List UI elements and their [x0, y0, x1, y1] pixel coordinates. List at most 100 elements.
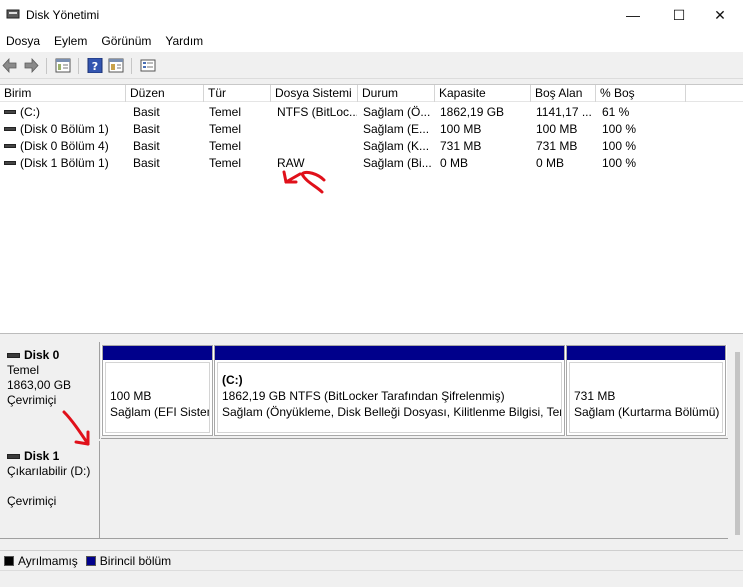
partition-body: 100 MB Sağlam (EFI Sistem Bölümü) [105, 362, 210, 433]
partition-size: 100 MB [110, 389, 152, 403]
disk-bottom-border [0, 538, 728, 539]
disk-status: Çevrimiçi [7, 494, 57, 508]
cell-percent-free: 61 % [602, 105, 630, 119]
disk-0-label[interactable]: Disk 0 Temel 1863,00 GB Çevrimiçi [0, 342, 100, 439]
column-header-type[interactable]: Tür [204, 85, 271, 102]
cell-type: Temel [209, 105, 242, 119]
cell-file-system: RAW [277, 156, 305, 170]
legend-swatch-unallocated [4, 555, 14, 566]
forward-icon[interactable] [23, 58, 39, 73]
toolbar-separator [46, 58, 47, 74]
volume-icon [4, 110, 16, 114]
properties-icon[interactable] [108, 58, 124, 73]
column-header-layout[interactable]: Düzen [126, 85, 204, 102]
partition-status: Sağlam (Kurtarma Bölümü) [574, 405, 720, 419]
partition-bar [215, 346, 564, 360]
column-header-percent-free[interactable]: % Boş [596, 85, 686, 102]
partition-title: (C:) [222, 373, 243, 387]
partition-status: Sağlam (Önyükleme, Disk Belleği Dosyası,… [222, 405, 561, 419]
partition-efi[interactable]: 100 MB Sağlam (EFI Sistem Bölümü) [102, 345, 213, 436]
disk-graphical-view: Disk 0 Temel 1863,00 GB Çevrimiçi 100 MB… [0, 333, 743, 550]
help-icon[interactable]: ? [87, 58, 103, 73]
cell-layout: Basit [133, 122, 160, 136]
cell-capacity: 731 MB [440, 139, 482, 153]
disk-status: Çevrimiçi [7, 393, 57, 407]
cell-layout: Basit [133, 156, 160, 170]
close-button[interactable]: ✕ [697, 0, 743, 30]
maximize-button[interactable]: ☐ [656, 0, 702, 30]
toolbar-separator [131, 58, 132, 74]
console-tree-icon[interactable] [55, 58, 71, 73]
legend: Ayrılmamış Birincil bölüm [0, 550, 743, 570]
partition-size: 1862,19 GB NTFS (BitLocker Tarafından Şi… [222, 389, 505, 403]
cell-volume: (Disk 0 Bölüm 4) [20, 139, 109, 153]
volume-list: Birim Düzen Tür Dosya Sistemi Durum Kapa… [0, 84, 743, 333]
disk-1-partitions-empty[interactable] [101, 439, 728, 538]
cell-capacity: 1862,19 GB [440, 105, 505, 119]
cell-type: Temel [209, 139, 242, 153]
settings-icon[interactable] [140, 58, 156, 73]
toolbar: ? [0, 53, 743, 79]
disk-type: Çıkarılabilir (D:) [7, 464, 91, 478]
disk-size: 1863,00 GB [7, 378, 72, 392]
minimize-button[interactable]: — [610, 0, 656, 30]
cell-free-space: 0 MB [536, 156, 565, 170]
table-row[interactable]: (C:) Basit Temel NTFS (BitLoc... Sağlam … [0, 104, 743, 121]
partition-c[interactable]: (C:) 1862,19 GB NTFS (BitLocker Tarafınd… [214, 345, 565, 436]
partition-recovery[interactable]: 731 MB Sağlam (Kurtarma Bölümü) [566, 345, 726, 436]
legend-label-primary: Birincil bölüm [99, 553, 172, 568]
partition-body: (C:) 1862,19 GB NTFS (BitLocker Tarafınd… [217, 362, 562, 433]
cell-status: Sağlam (K... [363, 139, 430, 153]
column-header-status[interactable]: Durum [358, 85, 435, 102]
cell-file-system [277, 138, 357, 155]
column-header-file-system[interactable]: Dosya Sistemi [271, 85, 358, 102]
cell-file-system [277, 121, 357, 138]
menu-help[interactable]: Yardım [159, 34, 211, 48]
partition-body: 731 MB Sağlam (Kurtarma Bölümü) [569, 362, 723, 433]
cell-free-space: 100 MB [536, 122, 578, 136]
legend-label-unallocated: Ayrılmamış [18, 553, 78, 568]
menu-action[interactable]: Eylem [48, 34, 95, 48]
cell-type: Temel [209, 122, 242, 136]
disk-type: Temel [7, 363, 40, 377]
disk-icon [7, 454, 20, 460]
column-header-volume[interactable]: Birim [0, 85, 126, 102]
disk-name: Disk 0 [24, 348, 60, 362]
partition-bar [567, 346, 725, 360]
cell-percent-free: 100 % [602, 156, 637, 170]
cell-volume: (Disk 1 Bölüm 1) [20, 156, 109, 170]
partition-status: Sağlam (EFI Sistem Bölümü) [110, 405, 209, 419]
legend-swatch-primary [85, 555, 96, 566]
cell-layout: Basit [133, 105, 160, 119]
cell-volume: (Disk 0 Bölüm 1) [20, 122, 109, 136]
cell-free-space: 731 MB [536, 139, 578, 153]
disk-0-partitions: 100 MB Sağlam (EFI Sistem Bölümü) (C:) 1… [101, 345, 727, 436]
menu-bar: Dosya Eylem Görünüm Yardım [0, 30, 743, 52]
title-bar: Disk Yönetimi — ☐ ✕ [0, 0, 743, 30]
table-row[interactable]: (Disk 0 Bölüm 4) Basit Temel Sağlam (K..… [0, 138, 743, 155]
cell-volume: (C:) [20, 105, 40, 119]
menu-view[interactable]: Görünüm [95, 34, 159, 48]
partition-size: 731 MB [574, 389, 616, 403]
disk-1-label[interactable]: Disk 1 Çıkarılabilir (D:) Çevrimiçi [0, 441, 100, 538]
column-header-free-space[interactable]: Boş Alan [531, 85, 596, 102]
svg-text:?: ? [92, 60, 98, 73]
table-row[interactable]: (Disk 1 Bölüm 1) Basit Temel RAW Sağlam … [0, 155, 743, 172]
cell-free-space: 1141,17 ... [536, 105, 592, 119]
volume-list-header: Birim Düzen Tür Dosya Sistemi Durum Kapa… [0, 85, 743, 102]
cell-status: Sağlam (Bi... [363, 156, 432, 170]
disk-size [7, 479, 99, 494]
cell-layout: Basit [133, 139, 160, 153]
cell-capacity: 0 MB [440, 156, 469, 170]
cell-status: Sağlam (E... [363, 122, 430, 136]
column-header-capacity[interactable]: Kapasite [435, 85, 531, 102]
status-bar [0, 570, 743, 587]
partition-title [110, 372, 209, 388]
graphical-view-scrollbar[interactable] [735, 352, 740, 535]
disk-icon [7, 353, 20, 359]
disk-name: Disk 1 [24, 449, 60, 463]
table-row[interactable]: (Disk 0 Bölüm 1) Basit Temel Sağlam (E..… [0, 121, 743, 138]
menu-file[interactable]: Dosya [0, 34, 48, 48]
partition-bar [103, 346, 212, 360]
back-icon[interactable] [2, 58, 18, 73]
